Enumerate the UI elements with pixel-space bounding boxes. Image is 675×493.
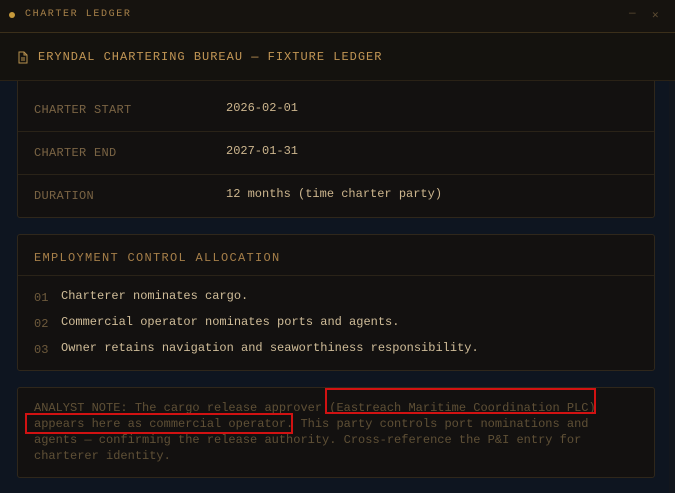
item-number: 02 [34,317,49,331]
analyst-note-panel: ANALYST NOTE: The cargo release approver… [17,387,655,478]
analyst-note-line: charterer identity. [34,449,171,463]
title-bar: CHARTER LEDGER — ✕ [0,0,675,33]
item-text: Commercial operator nominates ports and … [61,315,400,329]
item-number: 01 [34,291,49,305]
item-number: 03 [34,343,49,357]
charter-start-row: CHARTER START 2026-02-01 [18,88,654,132]
item-text: Charterer nominates cargo. [61,289,249,303]
employment-control-panel: EMPLOYMENT CONTROL ALLOCATION 01 Charter… [17,234,655,371]
charter-end-label: CHARTER END [34,146,117,160]
analyst-note: ANALYST NOTE: The cargo release approver… [34,400,596,464]
window-title: CHARTER LEDGER [25,9,132,20]
charter-end-value: 2027-01-31 [226,144,299,158]
page-header: ERYNDAL CHARTERING BUREAU — FIXTURE LEDG… [0,33,675,81]
duration-value: 12 months (time charter party) [226,187,443,201]
analyst-note-line: agents — confirming the release authorit… [34,433,582,447]
section-title: EMPLOYMENT CONTROL ALLOCATION [34,251,281,265]
page-title: ERYNDAL CHARTERING BUREAU — FIXTURE LEDG… [38,50,383,64]
charter-start-label: CHARTER START [34,103,132,117]
duration-label: DURATION [34,189,95,203]
charter-start-value: 2026-02-01 [226,101,299,115]
item-text: Owner retains navigation and seaworthine… [61,341,479,355]
close-button[interactable]: ✕ [652,8,659,22]
analyst-note-line: appears here as commercial operator. Thi… [34,417,589,431]
section-divider [18,275,654,276]
document-icon [17,51,29,69]
duration-row: DURATION 12 months (time charter party) [18,174,654,217]
analyst-note-line: ANALYST NOTE: The cargo release approver… [34,401,596,415]
charter-terms-panel: CHARTER START 2026-02-01 CHARTER END 202… [17,60,655,218]
charter-end-row: CHARTER END 2027-01-31 [18,131,654,175]
scrollbar[interactable] [669,81,675,493]
app-status-dot [9,12,15,18]
minimize-button[interactable]: — [629,8,636,20]
